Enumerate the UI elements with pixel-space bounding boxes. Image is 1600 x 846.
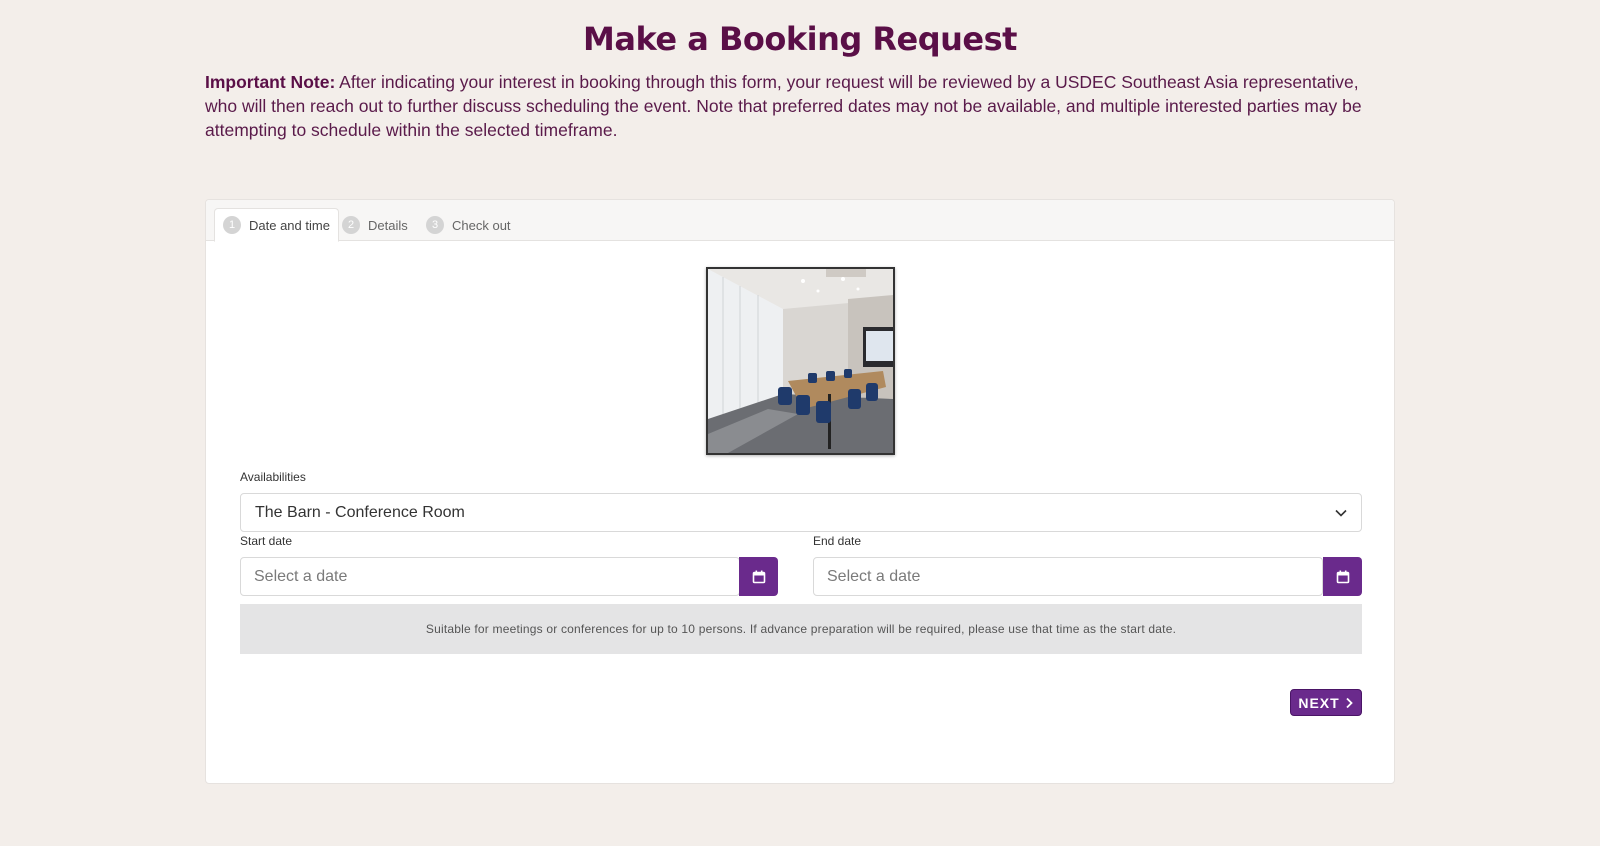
start-date-input[interactable]: Select a date <box>240 557 740 596</box>
start-date-calendar-button[interactable] <box>739 557 778 596</box>
calendar-icon <box>752 570 765 583</box>
tab-date-and-time[interactable]: 1 Date and time <box>214 208 339 242</box>
conference-room-image <box>708 269 893 453</box>
chevron-down-icon <box>1335 509 1347 517</box>
next-button-label: NEXT <box>1298 694 1340 711</box>
important-note-text: After indicating your interest in bookin… <box>205 72 1362 140</box>
tab-details[interactable]: 2 Details <box>334 208 416 242</box>
end-date-label: End date <box>813 534 862 548</box>
room-photo <box>706 267 895 455</box>
tab-check-out[interactable]: 3 Check out <box>418 208 519 242</box>
tab-label: Check out <box>452 217 511 233</box>
step-tabs: 1 Date and time 2 Details 3 Check out <box>206 200 1394 242</box>
end-date-placeholder: Select a date <box>827 567 921 585</box>
start-date-placeholder: Select a date <box>254 567 348 585</box>
tab-label: Date and time <box>249 217 330 233</box>
next-button[interactable]: NEXT <box>1290 689 1362 716</box>
important-note: Important Note: After indicating your in… <box>205 70 1395 142</box>
page-title: Make a Booking Request <box>583 20 1017 58</box>
chevron-right-icon <box>1346 697 1353 708</box>
step-number-1: 1 <box>223 216 241 234</box>
start-date-label: Start date <box>240 534 293 548</box>
step-number-2: 2 <box>342 216 360 234</box>
booking-card: 1 Date and time 2 Details 3 Check out Av… <box>205 199 1395 784</box>
room-info-text: Suitable for meetings or conferences for… <box>425 622 1177 636</box>
end-date-calendar-button[interactable] <box>1323 557 1362 596</box>
availabilities-label: Availabilities <box>240 470 306 484</box>
important-note-label: Important Note: <box>205 72 336 92</box>
availabilities-select[interactable]: The Barn - Conference Room <box>240 493 1362 532</box>
tab-label: Details <box>368 217 408 233</box>
availabilities-value: The Barn - Conference Room <box>255 503 465 521</box>
end-date-input[interactable]: Select a date <box>813 557 1323 596</box>
step-number-3: 3 <box>426 216 444 234</box>
calendar-icon <box>1336 570 1349 583</box>
room-info-notice: Suitable for meetings or conferences for… <box>240 604 1362 654</box>
